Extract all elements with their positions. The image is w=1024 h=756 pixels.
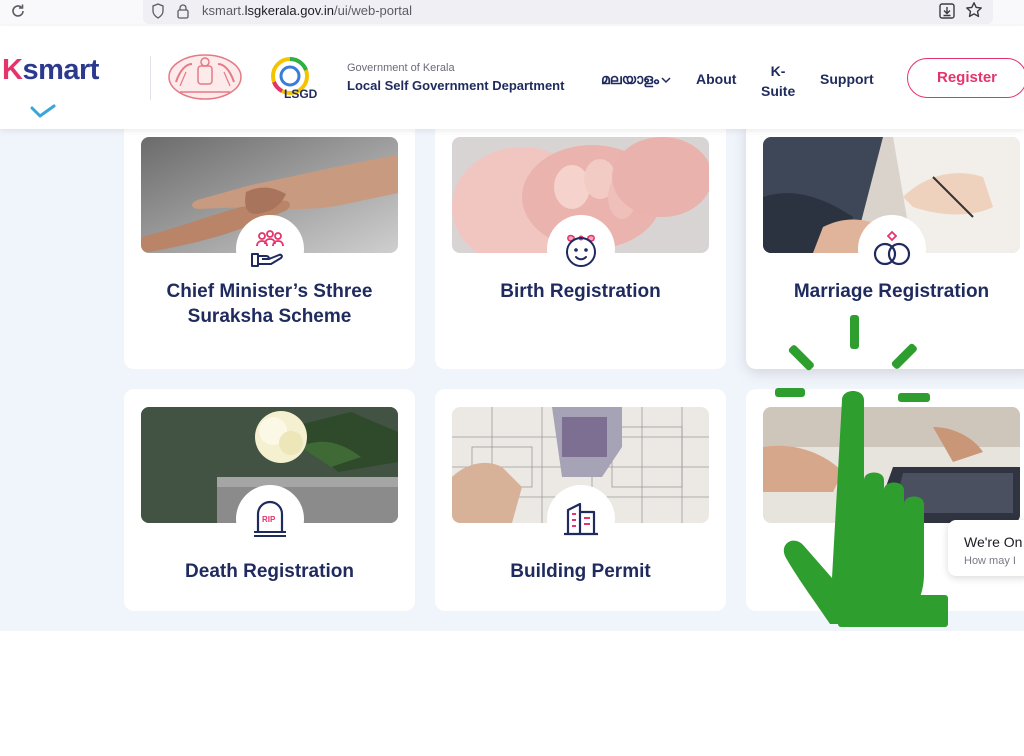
lock-icon[interactable] [177,3,189,19]
gov-kerala-text: Government of Kerala [347,62,455,74]
chevron-down-icon [661,77,671,84]
card-icon-holder: RIP [236,485,304,553]
header-divider [150,56,151,100]
logo-k: K [2,54,23,86]
url-text[interactable]: ksmart.lsgkerala.gov.in/ui/web-portal [202,3,412,18]
card-title-line1: Chief Minister’s Sthree [166,281,373,302]
card-title: Building Permit [445,559,716,584]
download-page-icon[interactable] [938,2,956,20]
lsgd-label: LSGD [284,87,318,101]
card-title-line2: Suraksha Scheme [187,306,352,327]
card-title-line1: Building Permit [510,561,651,582]
baby-icon [566,234,596,267]
address-bar[interactable]: ksmart.lsgkerala.gov.in/ui/web-portal [143,0,993,24]
reload-icon[interactable] [10,3,26,19]
url-prefix: ksmart. [202,3,245,18]
url-domain: lsgkerala.gov.in [244,3,334,18]
url-path: /ui/web-portal [334,3,413,18]
chat-subtext: How may I [964,555,1016,567]
bookmark-star-icon[interactable] [965,1,983,19]
nav-ksuite[interactable]: K- Suite [761,61,795,101]
service-card-cm-sthree-suraksha[interactable]: Chief Minister’s Sthree Suraksha Scheme [124,119,415,369]
language-selector[interactable]: മലയാളം [601,71,671,88]
card-icon-holder [547,215,615,283]
service-card-building-permit[interactable]: Building Permit [435,389,726,611]
tombstone-icon: RIP [254,500,286,537]
building-icon [564,502,598,536]
register-button[interactable]: Register [907,58,1024,98]
card-icon-holder [547,485,615,553]
card-title: Chief Minister’s Sthree Suraksha Scheme [134,279,405,329]
shield-icon[interactable] [151,3,165,19]
rip-text: RIP [262,515,276,524]
hand-people-icon [251,230,284,267]
card-icon-holder [858,215,926,283]
nav-support[interactable]: Support [820,71,874,87]
card-title-line1: Birth Registration [500,281,661,302]
card-title: Death Registration [134,559,405,584]
service-card-birth-registration[interactable]: Birth Registration [435,119,726,369]
card-title-line1: Marriage Registration [793,281,990,302]
card-title: Marriage Registration [756,279,1024,304]
chat-heading: We're On [964,534,1023,550]
card-icon-holder [236,215,304,283]
rings-icon [873,230,911,266]
lsgd-logo-icon: LSGD [271,56,318,101]
department-title: Local Self Government Department [347,78,565,93]
card-title: Birth Registration [445,279,716,304]
logo-smart: smart [22,54,99,86]
card-title-line1: Death Registration [185,561,354,582]
nav-about[interactable]: About [696,71,736,87]
checkmark-icon [30,104,56,118]
kerala-emblem-icon [168,54,242,100]
browser-toolbar: ksmart.lsgkerala.gov.in/ui/web-portal [0,0,1024,26]
ksuite-line2: Suite [761,83,796,99]
site-header: Ksmart LSGD Government of Kerala Local S… [0,26,1024,129]
language-label: മലയാളം [601,71,660,87]
ksuite-line1: K- [770,63,786,79]
pointing-hand-icon [775,315,948,627]
ksmart-logo[interactable]: Ksmart [2,54,99,87]
service-card-death-registration[interactable]: RIP Death Registration [124,389,415,611]
